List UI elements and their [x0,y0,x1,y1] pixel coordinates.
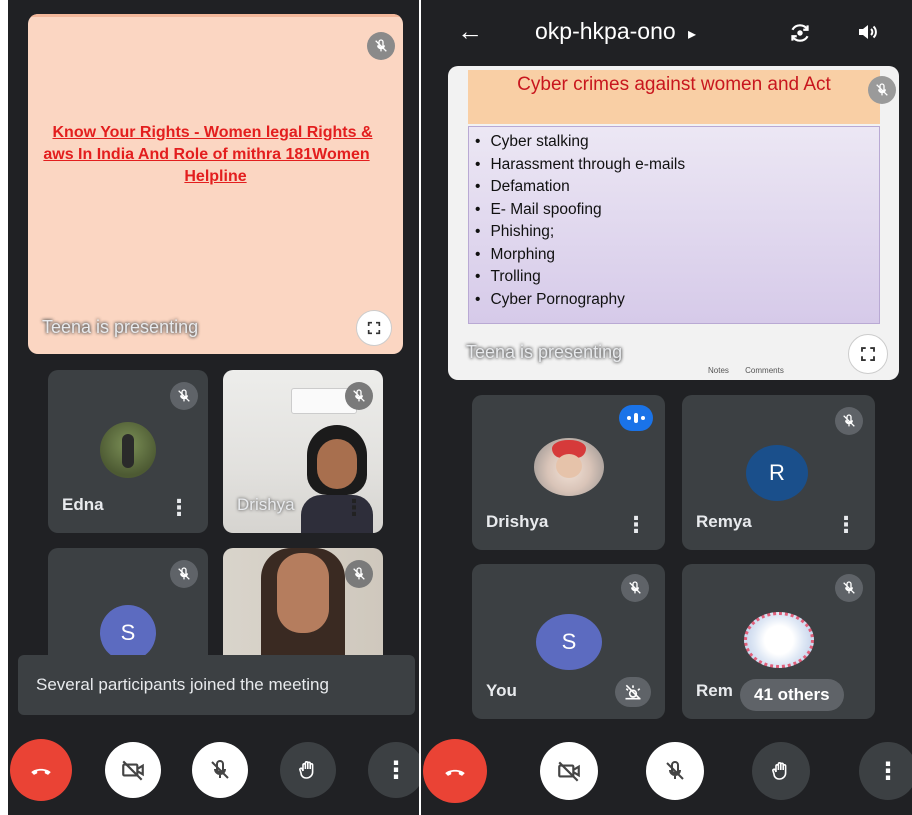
slide-title-line-1: Know Your Rights - Women legal Rights & [52,124,373,141]
slide-title: Cyber crimes against women and Act [517,74,831,95]
avatar: R [746,445,808,501]
mic-off-icon [835,574,863,602]
switch-camera-button[interactable] [787,20,813,51]
mic-toggle-button[interactable] [646,742,704,800]
participant-tile-edna[interactable]: Edna ⋮ [48,370,208,533]
mic-off-icon [211,759,229,779]
slide-title-band: Cyber crimes against women and Act [468,70,880,124]
mic-off-icon [621,574,649,602]
participant-tile-remya[interactable]: R Remya ⋮ [682,395,875,550]
switch-camera-icon [791,24,809,42]
participant-tile-drishya[interactable]: Drishya ⋮ [223,370,383,533]
end-call-icon [445,769,465,776]
mic-off-icon [170,382,198,410]
mic-off-icon [345,560,373,588]
participant-tile-video[interactable] [223,548,383,668]
slide-body: Cyber stalking Harassment through e-mail… [468,126,880,324]
presentation-tile[interactable]: Know Your Rights - Women legal Rights & … [28,14,403,354]
more-vert-icon: ⋮ [384,756,408,784]
low-light-icon [625,684,641,700]
participant-name: Edna [62,495,104,514]
slide-title-line-3: Helpline [184,168,247,185]
more-vert-icon[interactable]: ⋮ [168,497,190,519]
slide-bullets: Cyber stalking Harassment through e-mail… [469,131,879,311]
slide-title: Know Your Rights - Women legal Rights & … [28,122,403,188]
more-vert-icon[interactable]: ⋮ [835,514,857,536]
camera-toggle-button[interactable] [105,742,161,798]
participant-name: Rem [696,681,733,700]
others-count-label: 41 others [754,685,830,704]
participant-tile-you[interactable]: S You [472,564,665,719]
toast-message: Several participants joined the meeting [18,655,415,715]
back-arrow-icon: ← [457,16,483,46]
caret-right-icon: ▸ [688,26,697,43]
bullet-item: E- Mail spoofing [469,199,879,222]
camera-off-icon [122,760,144,781]
bullet-item: Cyber stalking [469,131,879,154]
camera-toggle-button[interactable] [540,742,598,800]
camera-off-icon [558,761,580,782]
avatar: S [100,605,156,661]
others-count-badge[interactable]: 41 others [740,679,844,711]
mic-off-icon [367,32,395,60]
more-vert-icon[interactable]: ⋮ [625,514,647,536]
presenting-label: Teena is presenting [42,317,199,337]
raise-hand-button[interactable] [752,742,810,800]
bullet-item: Trolling [469,266,879,289]
end-call-button[interactable] [423,739,487,803]
raise-hand-icon [772,762,787,780]
avatar: S [536,614,602,670]
speaker-button[interactable] [855,20,879,49]
more-options-button[interactable]: ⋮ [859,742,912,800]
raise-hand-button[interactable] [280,742,336,798]
bullet-item: Harassment through e-mails [469,154,879,177]
mic-off-icon [868,76,896,104]
more-vert-icon[interactable]: ⋮ [343,497,365,519]
meeting-code[interactable]: okp-hkpa-ono ▸ [535,18,696,45]
avatar [534,438,604,496]
mic-toggle-button[interactable] [192,742,248,798]
bullet-item: Cyber Pornography [469,289,879,312]
mic-off-icon [835,407,863,435]
participant-tile-s[interactable]: S [48,548,208,668]
bullet-item: Phishing; [469,221,879,244]
fullscreen-icon [367,321,381,335]
participant-tile-drishya[interactable]: Drishya ⋮ [472,395,665,550]
notes-label: Notes [708,366,729,375]
participant-tile-others[interactable]: Rem 41 others [682,564,875,719]
speaker-icon [859,25,877,39]
more-options-button[interactable]: ⋮ [368,742,419,798]
bullet-item: Morphing [469,244,879,267]
back-button[interactable]: ← [457,18,483,44]
meeting-code-text: okp-hkpa-ono [535,18,676,44]
slide-header-border [28,14,403,17]
right-meeting-screen: ← okp-hkpa-ono ▸ Cyber crimes against wo… [421,0,912,815]
fullscreen-button[interactable] [848,334,888,374]
bullet-item: Defamation [469,176,879,199]
more-vert-icon: ⋮ [876,757,900,785]
participant-name: Drishya [486,512,549,531]
end-call-button[interactable] [10,739,72,801]
presentation-tile[interactable]: Cyber crimes against women and Act Cyber… [448,66,899,380]
participant-name: Remya [696,512,752,531]
low-light-button[interactable] [615,677,651,707]
speaking-indicator-icon [619,405,653,431]
mic-off-icon [345,382,373,410]
fullscreen-icon [861,347,875,361]
slide-statusbar: Notes Comments [708,366,784,375]
participant-name: Drishya [237,495,295,514]
video-person [253,548,353,668]
mic-off-icon [666,760,684,780]
participant-name: You [486,681,517,700]
mic-off-icon [170,560,198,588]
left-meeting-screen: Know Your Rights - Women legal Rights & … [8,0,419,815]
raise-hand-icon [299,761,314,779]
avatar [744,612,814,668]
comments-label: Comments [745,366,784,375]
end-call-icon [31,768,51,775]
slide-title-line-2: aws In India And Role of mithra 181Women [43,146,370,163]
presenting-label: Teena is presenting [466,342,623,362]
fullscreen-button[interactable] [356,310,392,346]
avatar [100,422,156,478]
